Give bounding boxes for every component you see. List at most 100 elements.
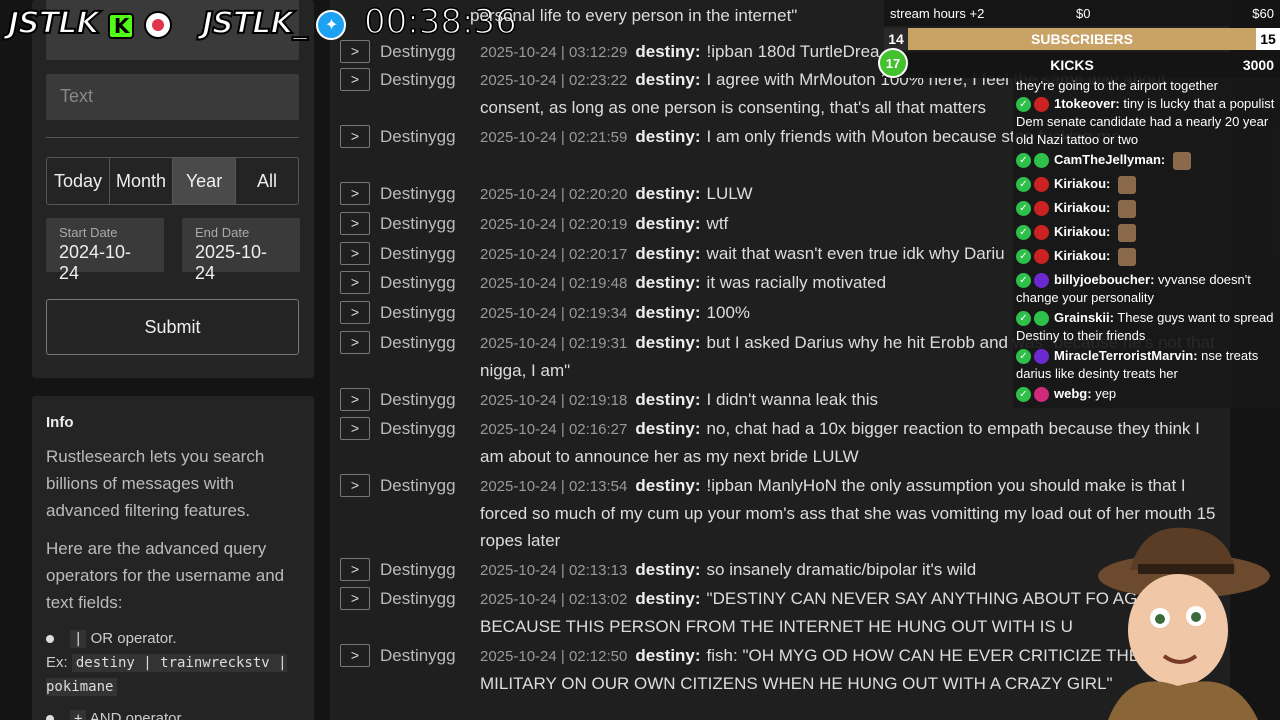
expand-button[interactable]: > <box>340 271 370 294</box>
badge-icon <box>1034 349 1049 365</box>
verified-icon: ✓ <box>1016 273 1031 289</box>
message-author[interactable]: destiny: <box>635 184 700 203</box>
chat-text: yep <box>1095 386 1117 401</box>
start-date-label: Start Date <box>59 225 118 240</box>
message-author[interactable]: destiny: <box>635 70 700 89</box>
channel-name: Destinygg <box>380 560 456 579</box>
text-field-placeholder: Text <box>60 86 94 106</box>
expand-button[interactable]: > <box>340 182 370 205</box>
expand-button[interactable]: > <box>340 68 370 91</box>
chat-username[interactable]: billyjoeboucher: <box>1054 272 1154 287</box>
expand-button[interactable]: > <box>340 587 370 610</box>
twitter-brand: JSTLK_ ✦ <box>201 5 347 42</box>
chat-overlay: they're going to the airport together ✓ 1… <box>1013 78 1280 408</box>
channel-name: Destinygg <box>380 476 456 495</box>
chat-username[interactable]: CamTheJellyman: <box>1054 152 1165 167</box>
chat-username[interactable]: 1tokeover: <box>1054 96 1120 111</box>
verified-icon: ✓ <box>1016 177 1031 193</box>
expand-button[interactable]: > <box>340 242 370 265</box>
range-today-button[interactable]: Today <box>47 158 110 204</box>
chat-message: ✓ Kiriakou: <box>1013 198 1280 222</box>
end-date-label: End Date <box>195 225 250 240</box>
message-author[interactable]: destiny: <box>635 476 700 495</box>
message-author[interactable]: destiny: <box>635 127 700 146</box>
operator-and: + AND operator. <box>46 707 300 720</box>
expand-button[interactable]: > <box>340 474 370 497</box>
channel-name: Destinygg <box>380 333 456 352</box>
message-author[interactable]: destiny: <box>635 589 700 608</box>
expand-button[interactable]: > <box>340 388 370 411</box>
divider <box>46 137 299 138</box>
range-all-button[interactable]: All <box>236 158 298 204</box>
stream-frame: Text Today Month Year All Start Date 202… <box>0 0 1280 720</box>
chat-username[interactable]: webg: <box>1054 386 1092 401</box>
badge-icon <box>1034 249 1049 265</box>
start-date-value: 2024-10-24 <box>59 242 132 283</box>
expand-button[interactable]: > <box>340 40 370 63</box>
end-date-field[interactable]: End Date 2025-10-24 <box>182 218 300 283</box>
badge-icon <box>1034 225 1049 241</box>
twitter-icon: ✦ <box>316 9 347 40</box>
expand-button[interactable]: > <box>340 125 370 148</box>
channel-name: Destinygg <box>380 303 456 322</box>
expand-button[interactable]: > <box>340 331 370 354</box>
message-body: 2025-10-24 | 02:16:27 destiny: no, chat ha… <box>480 415 1220 470</box>
text-field[interactable]: Text <box>46 74 299 120</box>
message-author[interactable]: destiny: <box>635 214 700 233</box>
message-author[interactable]: destiny: <box>635 273 700 292</box>
timestamp: 2025-10-24 | 02:19:34 <box>480 305 628 322</box>
badge-icon <box>1034 201 1049 217</box>
expand-button[interactable]: > <box>340 558 370 581</box>
message-author[interactable]: destiny: <box>635 646 700 665</box>
channel-name: Destinygg <box>380 390 456 409</box>
kick-icon: K <box>108 13 135 39</box>
streamer-avatar <box>1098 527 1270 720</box>
message-text: wtf <box>706 214 729 233</box>
end-date-value: 2025-10-24 <box>195 242 268 283</box>
timestamp: 2025-10-24 | 02:13:54 <box>480 478 628 495</box>
start-date-field[interactable]: Start Date 2024-10-24 <box>46 218 164 283</box>
message-author[interactable]: destiny: <box>635 333 700 352</box>
chat-message: ✓ CamTheJellyman: <box>1013 150 1280 174</box>
range-year-button[interactable]: Year <box>173 158 236 204</box>
message-author[interactable]: destiny: <box>635 303 700 322</box>
chat-username[interactable]: Kiriakou: <box>1054 176 1110 191</box>
info-operators-intro: Here are the advanced query operators fo… <box>46 539 285 612</box>
submit-button[interactable]: Submit <box>46 299 299 355</box>
chat-username[interactable]: MiracleTerroristMarvin: <box>1054 348 1198 363</box>
chat-username[interactable]: Kiriakou: <box>1054 224 1110 239</box>
message-author[interactable]: destiny: <box>635 390 700 409</box>
expand-button[interactable]: > <box>340 644 370 667</box>
message-author[interactable]: destiny: <box>635 42 700 61</box>
message-author[interactable]: destiny: <box>635 560 700 579</box>
info-panel: Info Rustlesearch lets you search billio… <box>32 396 314 720</box>
emote-icon <box>1117 223 1136 242</box>
channel-name: Destinygg <box>380 42 456 61</box>
chat-username[interactable]: Kiriakou: <box>1054 248 1110 263</box>
expand-button[interactable]: > <box>340 301 370 324</box>
expand-button[interactable]: > <box>340 212 370 235</box>
timestamp: 2025-10-24 | 02:23:22 <box>480 72 628 89</box>
timestamp: 2025-10-24 | 02:21:59 <box>480 129 628 146</box>
timestamp: 2025-10-24 | 02:20:19 <box>480 216 628 233</box>
message-text: LULW <box>706 184 753 203</box>
chat-username[interactable]: Grainskii: <box>1054 310 1114 325</box>
chat-username[interactable]: Kiriakou: <box>1054 200 1110 215</box>
verified-icon: ✓ <box>1016 225 1031 241</box>
timestamp: 2025-10-24 | 02:13:02 <box>480 591 628 608</box>
channel-name: Destinygg <box>380 589 456 608</box>
timestamp: 2025-10-24 | 02:19:48 <box>480 275 628 292</box>
emote-icon <box>1172 151 1191 170</box>
verified-icon: ✓ <box>1016 387 1031 403</box>
timestamp: 2025-10-24 | 02:12:50 <box>480 648 628 665</box>
message-author[interactable]: destiny: <box>635 419 700 438</box>
expand-button[interactable]: > <box>340 417 370 440</box>
message-author[interactable]: destiny: <box>635 244 700 263</box>
chat-message: ✓ Kiriakou: <box>1013 222 1280 246</box>
chat-message: ✓ MiracleTerroristMarvin: nse treats dari… <box>1013 346 1280 384</box>
info-description: Rustlesearch lets you search billions of… <box>46 447 265 520</box>
stream-hours-goal: stream hours +2 $0 $60 <box>884 0 1280 26</box>
timestamp: 2025-10-24 | 02:19:18 <box>480 392 628 409</box>
range-month-button[interactable]: Month <box>110 158 173 204</box>
verified-icon: ✓ <box>1016 311 1031 327</box>
